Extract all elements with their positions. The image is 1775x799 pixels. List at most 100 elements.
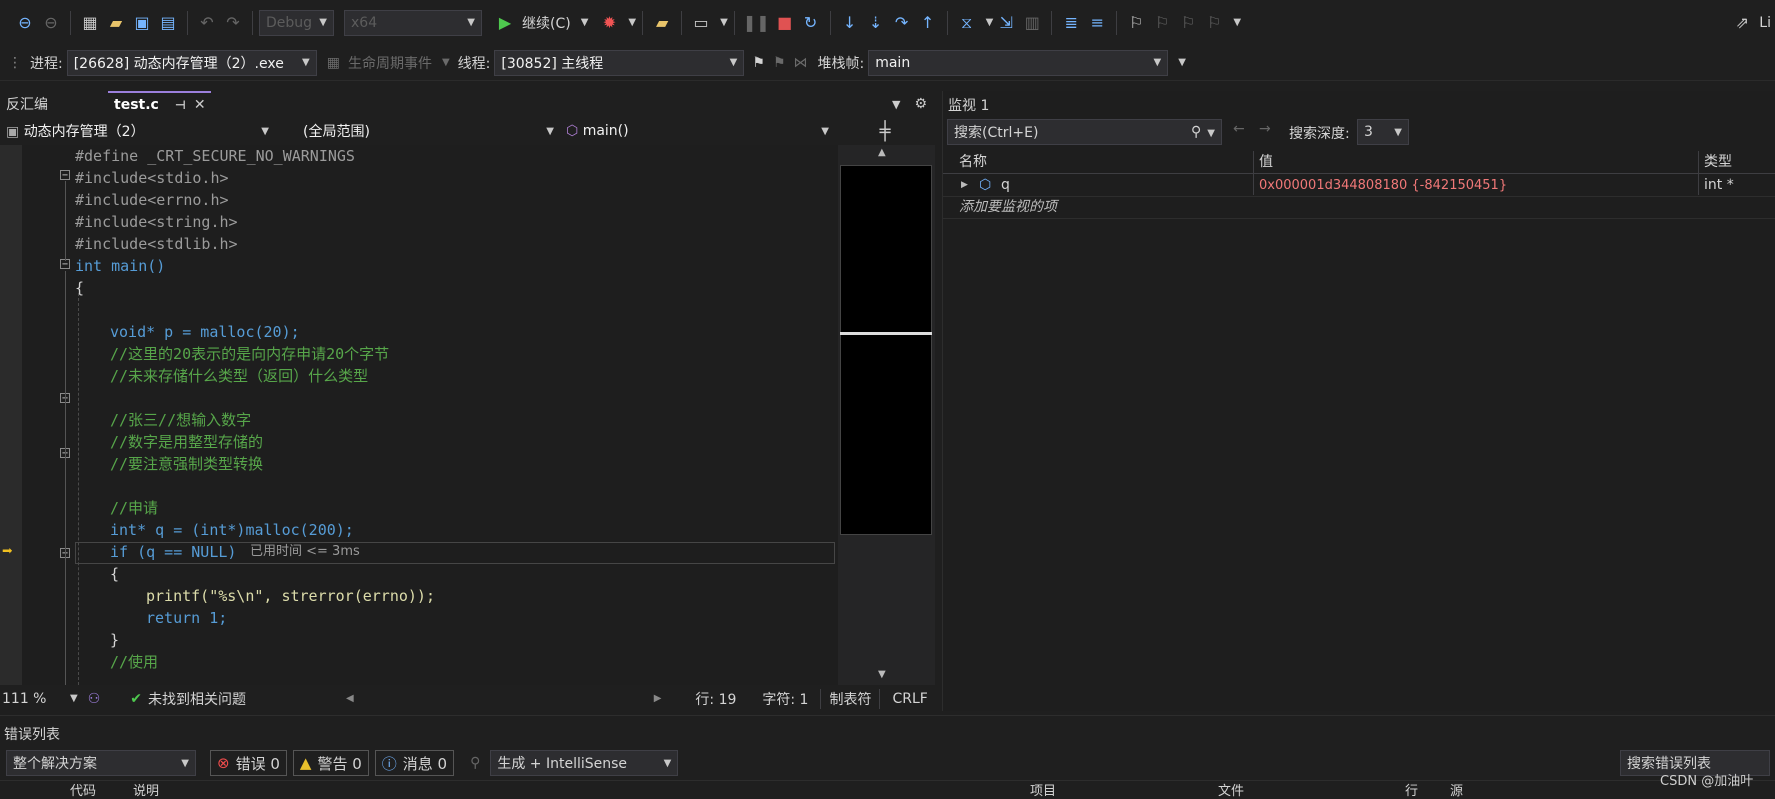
- gear-icon[interactable]: ⚙: [914, 96, 927, 112]
- minimap-viewport[interactable]: [840, 165, 932, 535]
- tab-list-chevron-icon[interactable]: ▼: [892, 98, 900, 111]
- live-share-button[interactable]: Li: [1759, 15, 1771, 31]
- messages-filter-button[interactable]: ⓘ 消息 0: [374, 750, 455, 776]
- split-window-icon[interactable]: ╪: [835, 121, 935, 142]
- issues-status[interactable]: 未找到相关问题: [148, 689, 246, 709]
- thread-select[interactable]: [30852] 主线程 ▼: [494, 49, 745, 76]
- fish-icon[interactable]: ⋈: [794, 55, 808, 71]
- watch-value[interactable]: 0x000001d344808180 {-842150451}: [1259, 178, 1507, 193]
- bookmark-next-icon[interactable]: ⚐: [1177, 11, 1199, 35]
- error-scope-select[interactable]: 整个解决方案 ▼: [6, 750, 196, 776]
- expand-arrow-icon[interactable]: ▶: [961, 180, 968, 190]
- open-folder-icon[interactable]: ▰: [105, 11, 127, 35]
- column-header-code[interactable]: 代码: [70, 780, 96, 799]
- stop-icon[interactable]: ■: [774, 11, 796, 35]
- search-forward-icon[interactable]: →: [1259, 121, 1271, 137]
- column-header-name[interactable]: 名称: [959, 151, 987, 173]
- code-line-2: #include<stdio.h>: [75, 169, 229, 187]
- column-header-description[interactable]: 说明: [133, 780, 159, 799]
- process-select[interactable]: [26628] 动态内存管理（2）.exe ▼: [66, 49, 317, 76]
- chevron-down-icon[interactable]: ▼: [986, 17, 994, 28]
- build-source-select[interactable]: 生成 + IntelliSense ▼: [490, 750, 679, 776]
- chevron-down-icon[interactable]: ▼: [628, 17, 636, 28]
- redo-icon[interactable]: ↷: [222, 11, 244, 35]
- warnings-filter-button[interactable]: ▲ 警告 0: [292, 750, 369, 776]
- platform-select[interactable]: x64 ▼: [344, 9, 482, 36]
- new-project-icon[interactable]: ▦: [79, 11, 101, 35]
- chevron-down-icon[interactable]: ▼: [1233, 17, 1241, 28]
- step-over-icon[interactable]: ↷: [891, 11, 913, 35]
- comment-icon[interactable]: ≡: [1086, 11, 1108, 35]
- undo-icon[interactable]: ↶: [196, 11, 218, 35]
- save-icon[interactable]: ▣: [131, 11, 153, 35]
- flag-icon[interactable]: ⚑: [752, 55, 765, 71]
- indent-icon[interactable]: ≣: [1060, 11, 1082, 35]
- run-to-cursor-icon[interactable]: ⇲: [995, 11, 1017, 35]
- toolbar-overflow-icon[interactable]: ▼: [1178, 57, 1186, 68]
- tab-test-c[interactable]: test.c ⊣ ✕: [108, 91, 211, 117]
- stack-icon[interactable]: ▥: [1021, 11, 1043, 35]
- chevron-down-icon: ▼: [1394, 126, 1402, 138]
- watch-row[interactable]: ▶ ⬡ q 0x000001d344808180 {-842150451} in…: [943, 174, 1775, 196]
- forward-icon[interactable]: ⊖: [40, 11, 62, 35]
- line-indicator[interactable]: 行: 19: [695, 689, 736, 709]
- intellicode-icon[interactable]: ⚇: [88, 691, 101, 707]
- add-watch-item[interactable]: 添加要监视的项: [959, 196, 1057, 218]
- chevron-down-icon[interactable]: ▼: [720, 17, 728, 28]
- eol-mode[interactable]: CRLF: [892, 691, 927, 707]
- flag-threads-icon[interactable]: ⚑: [773, 55, 786, 71]
- zoom-level[interactable]: 111 %: [2, 691, 64, 707]
- indent-mode[interactable]: 制表符: [820, 688, 881, 709]
- column-header-file[interactable]: 文件: [1218, 780, 1244, 799]
- close-icon[interactable]: ✕: [194, 97, 206, 113]
- function-select[interactable]: ⬡ main() ▼: [560, 118, 835, 144]
- continue-play-icon[interactable]: ▶: [494, 11, 516, 35]
- chevron-down-icon[interactable]: ▼: [581, 17, 589, 28]
- column-header-value[interactable]: 值: [1259, 151, 1273, 173]
- scroll-left-icon[interactable]: ◀: [346, 693, 354, 704]
- column-header-source[interactable]: 源: [1450, 780, 1463, 799]
- continue-button[interactable]: 继续(C): [522, 13, 571, 33]
- scope-select[interactable]: (全局范围) ▼: [275, 118, 560, 144]
- column-header-type[interactable]: 类型: [1704, 151, 1732, 173]
- code-minimap-scrollbar[interactable]: ▲ ▼: [838, 145, 935, 685]
- step-out-icon[interactable]: ↑: [917, 11, 939, 35]
- step-into-specific-icon[interactable]: ⇣: [865, 11, 887, 35]
- chevron-down-icon[interactable]: ▼: [70, 693, 78, 704]
- lifecycle-events-button[interactable]: 生命周期事件: [348, 53, 432, 73]
- restart-icon[interactable]: ↻: [800, 11, 822, 35]
- breakpoint-gutter[interactable]: [0, 145, 22, 685]
- show-threads-icon[interactable]: ⧖: [956, 11, 978, 35]
- search-depth-select[interactable]: 3 ▼: [1357, 119, 1409, 145]
- back-icon[interactable]: ⊖: [14, 11, 36, 35]
- watch-search-placeholder: 搜索(Ctrl+E): [954, 125, 1039, 141]
- column-header-line[interactable]: 行: [1405, 780, 1418, 799]
- scroll-right-icon[interactable]: ▶: [654, 693, 662, 704]
- step-into-icon[interactable]: ↓: [839, 11, 861, 35]
- scroll-down-icon[interactable]: ▼: [878, 669, 886, 680]
- tab-disassembly[interactable]: 反汇编: [0, 91, 108, 117]
- search-back-icon[interactable]: ←: [1233, 121, 1245, 137]
- live-share-icon[interactable]: ⇗: [1731, 11, 1753, 35]
- filter-icon[interactable]: ⚲: [470, 755, 480, 771]
- collapse-icon[interactable]: −: [60, 170, 70, 181]
- bookmark-icon[interactable]: ⚐: [1125, 11, 1147, 35]
- pause-icon[interactable]: ❚❚: [743, 11, 770, 35]
- watch-search-input[interactable]: 搜索(Ctrl+E) ⚲ ▼: [947, 119, 1222, 145]
- window-layout-icon[interactable]: ▭: [690, 11, 712, 35]
- char-indicator[interactable]: 字符: 1: [762, 689, 808, 709]
- hot-reload-icon[interactable]: ✹: [598, 11, 620, 35]
- pin-icon[interactable]: ⊣: [175, 98, 186, 112]
- folder-search-icon[interactable]: ▰: [651, 11, 673, 35]
- project-select[interactable]: ▣ 动态内存管理（2） ▼: [0, 118, 275, 144]
- bookmark-prev-icon[interactable]: ⚐: [1151, 11, 1173, 35]
- bookmark-clear-icon[interactable]: ⚐: [1203, 11, 1225, 35]
- errors-filter-button[interactable]: ⊗ 错误 0: [210, 750, 287, 776]
- save-all-icon[interactable]: ▤: [157, 11, 179, 35]
- column-header-project[interactable]: 项目: [1030, 780, 1056, 799]
- code-editor[interactable]: ➡ − − − − − #define _CRT_SECURE_NO_WARNI…: [0, 145, 838, 685]
- scroll-up-icon[interactable]: ▲: [878, 147, 886, 158]
- config-select[interactable]: Debug ▼: [259, 9, 334, 36]
- minimap-scroll-thumb[interactable]: [840, 332, 932, 335]
- stack-frame-select[interactable]: main ▼: [868, 49, 1169, 76]
